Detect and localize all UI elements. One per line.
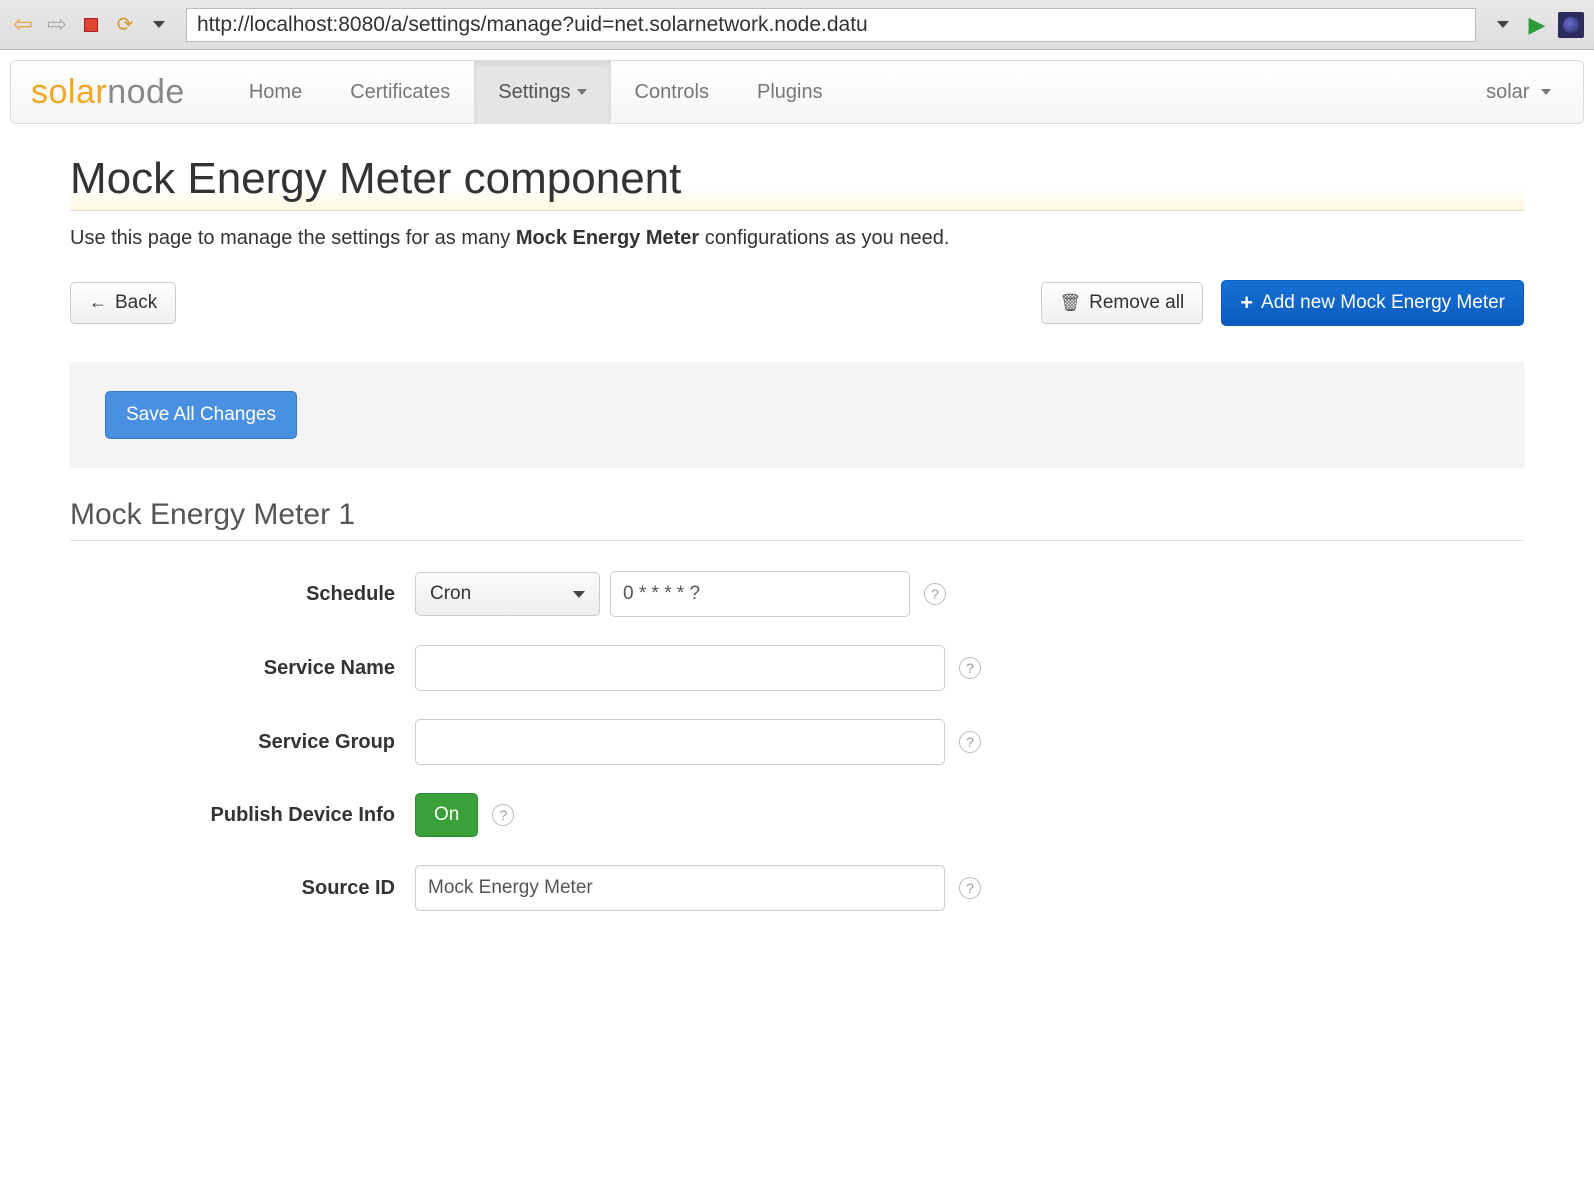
browser-address-bar[interactable]: http://localhost:8080/a/settings/manage?… [186,8,1476,42]
remove-all-label: Remove all [1089,292,1184,314]
action-bar: Back Remove all + Add new Mock Energy Met… [70,280,1524,326]
plus-icon: + [1240,290,1253,316]
section-heading: Mock Energy Meter 1 [70,498,1524,541]
source-id-row: Source ID ? [70,865,1524,911]
help-icon[interactable]: ? [959,731,981,753]
source-id-input[interactable] [415,865,945,911]
nav-links: Home Certificates Settings Controls Plug… [225,61,1474,124]
schedule-label: Schedule [70,583,415,606]
brand-part1: solar [31,73,107,111]
service-name-input[interactable] [415,645,945,691]
remove-all-button[interactable]: Remove all [1041,282,1204,324]
save-all-button[interactable]: Save All Changes [105,391,297,439]
nav-certificates[interactable]: Certificates [326,61,474,124]
help-icon[interactable]: ? [492,804,514,826]
schedule-mode-value: Cron [430,583,471,605]
browser-link-icon[interactable]: ⟳ [112,12,138,38]
content: Mock Energy Meter component Use this pag… [0,134,1594,979]
nav-settings-label: Settings [498,81,570,103]
desc-pre: Use this page to manage the settings for… [70,227,516,249]
publish-label: Publish Device Info [70,804,415,827]
desc-bold: Mock Energy Meter [516,227,699,249]
service-name-label: Service Name [70,657,415,680]
help-icon[interactable]: ? [924,583,946,605]
caret-down-icon [1541,89,1551,95]
help-icon[interactable]: ? [959,657,981,679]
browser-stop-button[interactable] [78,12,104,38]
service-group-label: Service Group [70,731,415,754]
page-title: Mock Energy Meter component [70,154,1524,211]
browser-url-dropdown[interactable] [1490,12,1516,38]
brand-logo[interactable]: solarnode [31,73,185,112]
service-group-input[interactable] [415,719,945,765]
nav-home[interactable]: Home [225,61,326,124]
main-navbar: solarnode Home Certificates Settings Con… [10,60,1584,124]
back-button[interactable]: Back [70,282,176,324]
publish-toggle[interactable]: On [415,793,478,837]
nav-user-label: solar [1486,81,1529,103]
desc-post: configurations as you need. [699,227,949,249]
nav-plugins[interactable]: Plugins [733,61,847,124]
trash-icon [1060,292,1082,314]
save-banner: Save All Changes [70,362,1524,468]
browser-go-button[interactable]: ▶ [1524,12,1550,38]
schedule-input[interactable] [610,571,910,617]
brand-part2: node [107,73,185,111]
add-new-button[interactable]: + Add new Mock Energy Meter [1221,280,1524,326]
browser-forward-button[interactable]: ⇨ [44,12,70,38]
browser-back-button[interactable]: ⇦ [10,12,36,38]
service-name-row: Service Name ? [70,645,1524,691]
schedule-row: Schedule Cron ? [70,571,1524,617]
page-description: Use this page to manage the settings for… [70,227,1524,250]
publish-row: Publish Device Info On ? [70,793,1524,837]
nav-user-menu[interactable]: solar [1474,61,1563,124]
back-label: Back [115,292,157,314]
browser-history-dropdown[interactable] [146,12,172,38]
nav-controls[interactable]: Controls [611,61,733,124]
add-new-label: Add new Mock Energy Meter [1261,292,1505,314]
eclipse-icon[interactable] [1558,12,1584,38]
schedule-mode-select[interactable]: Cron [415,572,600,616]
browser-toolbar: ⇦ ⇨ ⟳ http://localhost:8080/a/settings/m… [0,0,1594,50]
nav-settings[interactable]: Settings [474,61,610,124]
caret-down-icon [577,89,587,95]
service-group-row: Service Group ? [70,719,1524,765]
source-id-label: Source ID [70,877,415,900]
chevron-down-icon [573,591,585,598]
arrow-left-icon [89,292,107,314]
help-icon[interactable]: ? [959,877,981,899]
